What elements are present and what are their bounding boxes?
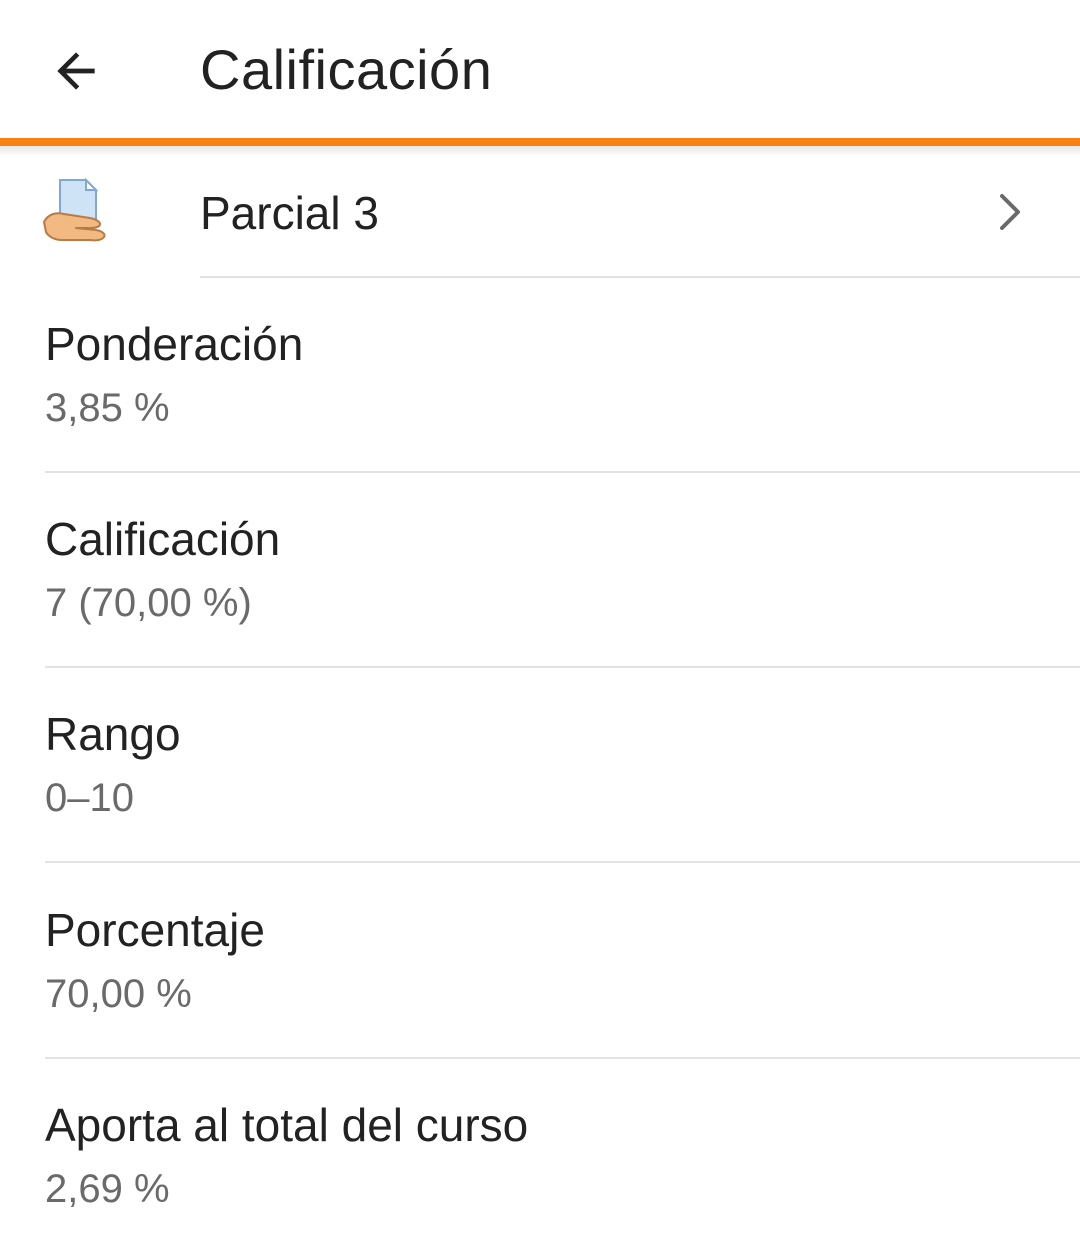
toolbar-accent-bar — [0, 138, 1080, 146]
arrow-left-icon — [57, 52, 95, 90]
detail-value: 70,00 % — [45, 972, 192, 1016]
detail-item-grade: Calificación 7 (70,00 %) — [45, 473, 1080, 668]
grade-detail-page: Calificación Parcial 3 Ponderación 3,85 … — [0, 0, 1080, 1249]
detail-label: Calificación — [45, 513, 281, 565]
assignment-icon — [43, 177, 106, 242]
detail-value: 3,85 % — [45, 386, 170, 430]
detail-item-course-contribution: Aporta al total del curso 2,69 % — [45, 1059, 1080, 1249]
detail-label: Porcentaje — [45, 904, 265, 956]
detail-item-percentage: Porcentaje 70,00 % — [45, 864, 1080, 1059]
chevron-right-icon — [1000, 194, 1020, 230]
detail-label: Aporta al total del curso — [45, 1099, 529, 1151]
detail-label: Ponderación — [45, 318, 304, 370]
detail-item-range: Rango 0–10 — [45, 668, 1080, 863]
module-link[interactable]: Parcial 3 — [0, 146, 1080, 278]
detail-label: Rango — [45, 708, 181, 760]
toolbar: Calificación — [0, 0, 1080, 138]
detail-value: 0–10 — [45, 776, 134, 820]
back-button[interactable] — [40, 35, 112, 107]
detail-item-weight: Ponderación 3,85 % — [45, 278, 1080, 473]
detail-value: 2,69 % — [45, 1167, 170, 1211]
divider — [45, 861, 1080, 863]
detail-value: 7 (70,00 %) — [45, 581, 252, 625]
module-name: Parcial 3 — [200, 187, 379, 239]
page-title: Calificación — [200, 38, 493, 101]
